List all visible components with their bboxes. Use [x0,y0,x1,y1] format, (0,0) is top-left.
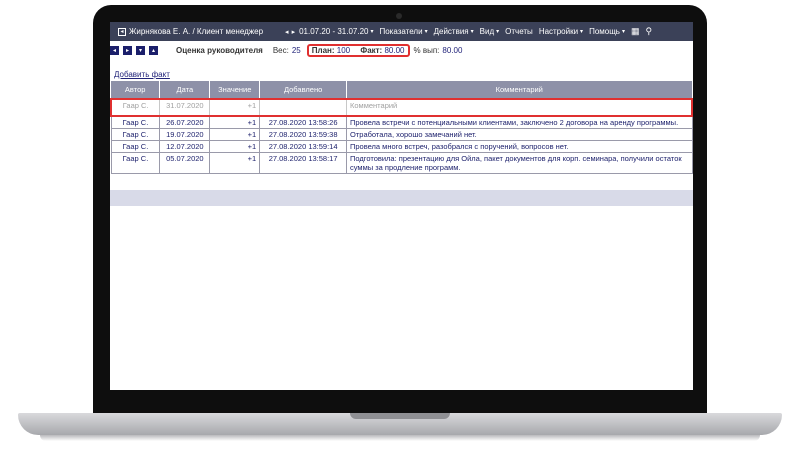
draft-added [259,98,347,117]
facts-table: Автор Дата Значение Добавлено Комментари… [110,81,693,174]
row-comment: Провела много встреч, разобрался с поруч… [346,140,693,153]
row-author: Гаар С. [110,152,161,174]
chevron-down-icon: ▾ [496,29,500,35]
next-icon[interactable]: ▸ [123,45,132,55]
laptop-shadow [40,435,760,441]
period-selector[interactable]: 01.07.20 - 31.07.20 ▾ [299,27,373,36]
chevron-down-icon: ▾ [621,29,625,35]
weight-value: 25 [291,45,301,55]
chevron-down-icon: ▾ [470,29,474,35]
menu-view[interactable]: Вид ▾ [480,27,500,36]
table-row[interactable]: Гаар С. 19.07.2020 +1 27.08.2020 13:59:3… [110,128,693,141]
plan-value: 100 [336,45,351,55]
top-menu-bar: ◂ Жирнякова Е. А. / Клиент менеджер ◂ ▸ … [110,22,693,41]
weight-label: Вес: [272,45,289,55]
row-value: +1 [209,128,261,141]
row-added: 27.08.2020 13:58:26 [259,115,347,129]
row-author: Гаар С. [110,140,161,153]
camera-dot [396,13,402,19]
table-row[interactable]: Гаар С. 26.07.2020 +1 27.08.2020 13:58:2… [110,115,693,129]
next-period-icon[interactable]: ▸ [292,28,296,36]
prev-period-icon[interactable]: ◂ [285,28,289,36]
indicator-bar: ◂ ▸ ▾ ▴ Оценка руководителя Вес: 25 План… [110,43,693,57]
row-comment: Отработала, хорошо замечаний нет. [346,128,693,141]
first-icon[interactable]: ◂ [110,45,119,55]
add-fact-link[interactable]: Добавить факт [114,70,170,79]
laptop-notch [350,413,450,419]
row-comment: Провела встречи с потенциальными клиента… [346,115,693,129]
menu-reports[interactable]: Отчеты [505,27,533,36]
menu-help[interactable]: Помощь ▾ [589,27,625,36]
back-icon[interactable]: ◂ [118,27,126,36]
column-header-author[interactable]: Автор [111,81,161,99]
fact-value: 80.00 [384,45,405,55]
grid-icon[interactable]: ▦ [631,26,640,37]
row-author: Гаар С. [110,128,161,141]
row-added: 27.08.2020 13:58:17 [259,152,347,174]
menu-indicators[interactable]: Показатели ▾ [379,27,427,36]
row-value: +1 [209,152,261,174]
chevron-down-icon: ▾ [424,29,428,35]
indicator-name: Оценка руководителя [176,45,263,55]
row-date: 19.07.2020 [159,128,211,141]
draft-value-field[interactable]: +1 [209,98,261,117]
user-title: Жирнякова Е. А. / Клиент менеджер [129,27,264,36]
row-author: Гаар С. [110,115,161,129]
table-row[interactable]: Гаар С. 05.07.2020 +1 27.08.2020 13:58:1… [110,152,693,174]
table-row[interactable]: Гаар С. 12.07.2020 +1 27.08.2020 13:59:1… [110,140,693,153]
screen: ◂ Жирнякова Е. А. / Клиент менеджер ◂ ▸ … [110,22,693,390]
row-date: 26.07.2020 [159,115,211,129]
chevron-down-icon: ▾ [370,29,374,35]
row-comment: Подготовила: презентацию для Ойла, пакет… [346,152,693,174]
completion-value: 80.00 [442,45,463,55]
draft-author[interactable]: Гаар С. [110,98,161,117]
chevron-down-icon: ▾ [580,29,584,35]
column-header-comment[interactable]: Комментарий [346,81,693,99]
column-header-date[interactable]: Дата [159,81,211,99]
row-date: 12.07.2020 [159,140,211,153]
table-footer [110,190,693,206]
completion-label: % вып: [413,45,440,55]
draft-comment-field[interactable]: Комментарий [346,98,693,117]
fact-label: Факт: [360,45,383,55]
new-fact-row[interactable]: Гаар С. 31.07.2020 +1 Комментарий [110,98,693,117]
search-icon[interactable]: ⚲ [646,26,653,37]
down-icon[interactable]: ▾ [136,45,145,55]
menu-actions[interactable]: Действия ▾ [434,27,474,36]
menu-settings[interactable]: Настройки ▾ [539,27,583,36]
row-added: 27.08.2020 13:59:14 [259,140,347,153]
row-date: 05.07.2020 [159,152,211,174]
column-header-added[interactable]: Добавлено [259,81,347,99]
row-value: +1 [209,140,261,153]
column-header-value[interactable]: Значение [209,81,261,99]
plan-fact-highlight: План: 100 Факт: 80.00 [306,43,410,57]
up-icon[interactable]: ▴ [149,45,158,55]
draft-date-field[interactable]: 31.07.2020 [159,98,211,117]
row-value: +1 [209,115,261,129]
table-header: Автор Дата Значение Добавлено Комментари… [111,81,693,99]
plan-label: План: [311,45,335,55]
row-added: 27.08.2020 13:59:38 [259,128,347,141]
